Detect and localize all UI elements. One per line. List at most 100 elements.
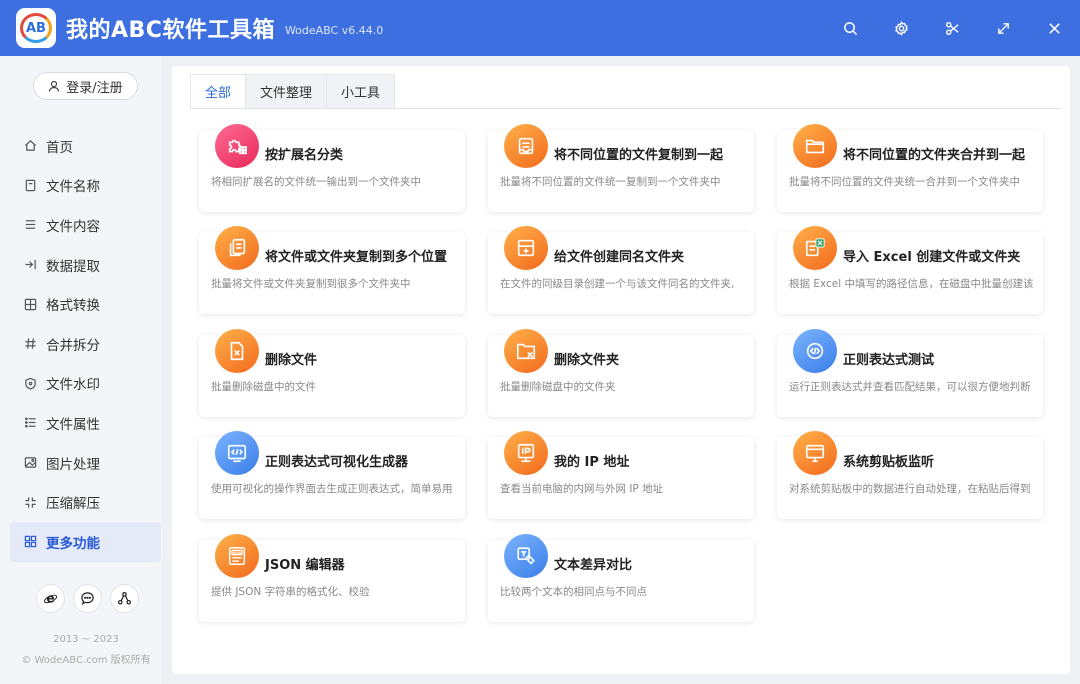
card-title: 导入 Excel 创建文件或文件夹	[843, 250, 1021, 265]
tab-divider	[190, 108, 1062, 109]
settings-button[interactable]	[876, 0, 927, 56]
sidebar-item-label: 文件水印	[46, 377, 100, 394]
card-title: 给文件创建同名文件夹	[554, 250, 685, 265]
user-icon	[48, 80, 60, 92]
file-icon	[23, 178, 37, 192]
card-title: 将不同位置的文件复制到一起	[554, 148, 724, 163]
sidebar-item-merge-split[interactable]: 合并拆分	[10, 324, 161, 364]
card-desc: 查看当前电脑的内网与外网 IP 地址	[500, 483, 664, 495]
login-button[interactable]: 登录/注册	[33, 72, 138, 100]
card-desc: 将相同扩展名的文件统一输出到一个文件夹中	[211, 176, 421, 188]
sidebar-item-label: 压缩解压	[46, 496, 100, 513]
share-button[interactable]	[110, 584, 139, 613]
sidebar-item-extract[interactable]: 数据提取	[10, 245, 161, 285]
sidebar-item-image[interactable]: 图片处理	[10, 443, 161, 483]
card-title: 系统剪贴板监听	[843, 455, 935, 470]
sidebar-item-home[interactable]: 首页	[10, 126, 161, 166]
card-clipboard-monitor[interactable]: 系统剪贴板监听 对系统剪贴板中的数据进行自动处理，在粘贴后得到	[777, 431, 1043, 519]
home-icon	[23, 139, 37, 153]
card-merge-folders-together[interactable]: 将不同位置的文件夹合并到一起 批量将不同位置的文件夹统一合并到一个文件夹中	[777, 124, 1043, 212]
card-desc: 批量将不同位置的文件统一复制到一个文件夹中	[500, 176, 721, 188]
card-import-excel[interactable]: 导入 Excel 创建文件或文件夹 根据 Excel 中填写的路径信息，在磁盘中…	[777, 226, 1043, 314]
svg-text:JSON: JSON	[232, 551, 242, 555]
close-button[interactable]	[1029, 0, 1080, 56]
sidebar-item-filecontent[interactable]: 文件内容	[10, 205, 161, 245]
monitor-icon	[793, 431, 837, 475]
card-delete-folders[interactable]: 删除文件夹 批量删除磁盘中的文件夹	[488, 329, 754, 417]
sidebar-item-label: 文件属性	[46, 416, 100, 433]
shield-icon	[23, 376, 37, 390]
app-version: WodeABC v6.44.0	[284, 23, 384, 37]
image-icon	[23, 456, 37, 470]
search-button[interactable]	[825, 0, 876, 56]
sidebar-item-label: 更多功能	[46, 535, 100, 552]
sidebar-item-watermark[interactable]: 文件水印	[10, 364, 161, 404]
card-delete-files[interactable]: 删除文件 批量删除磁盘中的文件	[199, 329, 465, 417]
sidebar-item-more[interactable]: 更多功能	[10, 521, 161, 562]
card-create-same-name-folder[interactable]: 给文件创建同名文件夹 在文件的同级目录创建一个与该文件同名的文件夹,	[488, 226, 754, 314]
sidebar-item-label: 合并拆分	[46, 337, 100, 354]
tab-tools[interactable]: 小工具	[326, 74, 396, 108]
app-logo-mark: AB	[20, 13, 52, 43]
card-json-editor[interactable]: JSON JSON 编辑器 提供 JSON 字符串的格式化、校验	[199, 534, 465, 622]
card-desc: 批量删除磁盘中的文件夹	[500, 381, 616, 393]
resize-button[interactable]	[978, 0, 1029, 56]
card-desc: 批量删除磁盘中的文件	[211, 381, 316, 393]
share-icon	[117, 591, 132, 605]
tab-file-organize[interactable]: 文件整理	[245, 74, 328, 108]
sidebar-nav: 首页 文件名称 文件内容 数据提取 格式转换 合并拆分 文件水印 文件属性 图片…	[10, 126, 161, 562]
grid-icon	[23, 535, 37, 549]
card-text-diff[interactable]: 文本差异对比 比较两个文本的相同点与不同点	[488, 534, 754, 622]
card-desc: 提供 JSON 字符串的格式化、校验	[211, 586, 370, 598]
folder-delete-icon	[504, 329, 548, 373]
card-sort-by-extension[interactable]: 按扩展名分类 将相同扩展名的文件统一输出到一个文件夹中	[199, 124, 465, 212]
file-delete-icon	[215, 329, 259, 373]
card-desc: 比较两个文本的相同点与不同点	[500, 586, 647, 598]
card-title: 删除文件夹	[554, 353, 620, 368]
copyright-years: 2013 ~ 2023	[53, 634, 119, 645]
sidebar-item-convert[interactable]: 格式转换	[10, 284, 161, 324]
browser-button[interactable]: e	[36, 584, 65, 613]
card-regex-test[interactable]: 正则表达式测试 运行正则表达式并查看匹配结果，可以很方便地判断	[777, 329, 1043, 417]
window-controls	[825, 0, 1080, 56]
card-title: 将不同位置的文件夹合并到一起	[843, 148, 1026, 163]
chat-button[interactable]	[73, 584, 102, 613]
sidebar-item-filename[interactable]: 文件名称	[10, 166, 161, 206]
sidebar: 登录/注册 首页 文件名称 文件内容 数据提取 格式转换 合并拆分 文件水印 文…	[0, 56, 162, 684]
search-icon	[844, 21, 858, 35]
card-desc: 根据 Excel 中填写的路径信息，在磁盘中批量创建该	[789, 278, 1034, 290]
card-copy-to-multiple[interactable]: 将文件或文件夹复制到多个位置 批量将文件或文件夹复制到很多个文件夹中	[199, 226, 465, 314]
card-copy-files-together[interactable]: 将不同位置的文件复制到一起 批量将不同位置的文件统一复制到一个文件夹中	[488, 124, 754, 212]
folder-icon	[793, 124, 837, 168]
copyright-text: © WodeABC.com 版权所有	[21, 655, 151, 666]
tab-all[interactable]: 全部	[190, 74, 247, 108]
app-logo: AB	[16, 8, 56, 48]
sidebar-item-properties[interactable]: 文件属性	[10, 403, 161, 443]
card-desc: 在文件的同级目录创建一个与该文件同名的文件夹,	[500, 278, 735, 290]
ip-icon	[504, 431, 548, 475]
card-title: 文本差异对比	[554, 558, 633, 573]
svg-text:e: e	[46, 592, 54, 606]
properties-icon	[23, 416, 37, 430]
chat-icon	[81, 592, 94, 605]
excel-icon	[793, 226, 837, 270]
card-my-ip[interactable]: 我的 IP 地址 查看当前电脑的内网与外网 IP 地址	[488, 431, 754, 519]
tab-bar: 全部 文件整理 小工具	[190, 74, 396, 108]
sidebar-bottom-icons: e	[36, 584, 139, 613]
resize-icon	[998, 22, 1009, 34]
extract-icon	[23, 258, 37, 272]
copy-icon	[215, 226, 259, 270]
hash-icon	[23, 337, 37, 351]
scissors-button[interactable]	[927, 0, 978, 56]
inbox-icon	[504, 124, 548, 168]
sidebar-item-compress[interactable]: 压缩解压	[10, 482, 161, 522]
text-compare-icon	[504, 534, 548, 578]
sidebar-item-label: 格式转换	[46, 298, 100, 315]
card-desc: 批量将文件或文件夹复制到很多个文件夹中	[211, 278, 411, 290]
sidebar-item-label: 图片处理	[46, 456, 100, 473]
card-title: 我的 IP 地址	[554, 455, 630, 470]
browser-icon: e	[43, 592, 58, 606]
code-window-icon	[215, 431, 259, 475]
app-title: 我的ABC软件工具箱	[66, 18, 275, 43]
card-regex-visual[interactable]: 正则表达式可视化生成器 使用可视化的操作界面去生成正则表达式，简单易用	[199, 431, 465, 519]
